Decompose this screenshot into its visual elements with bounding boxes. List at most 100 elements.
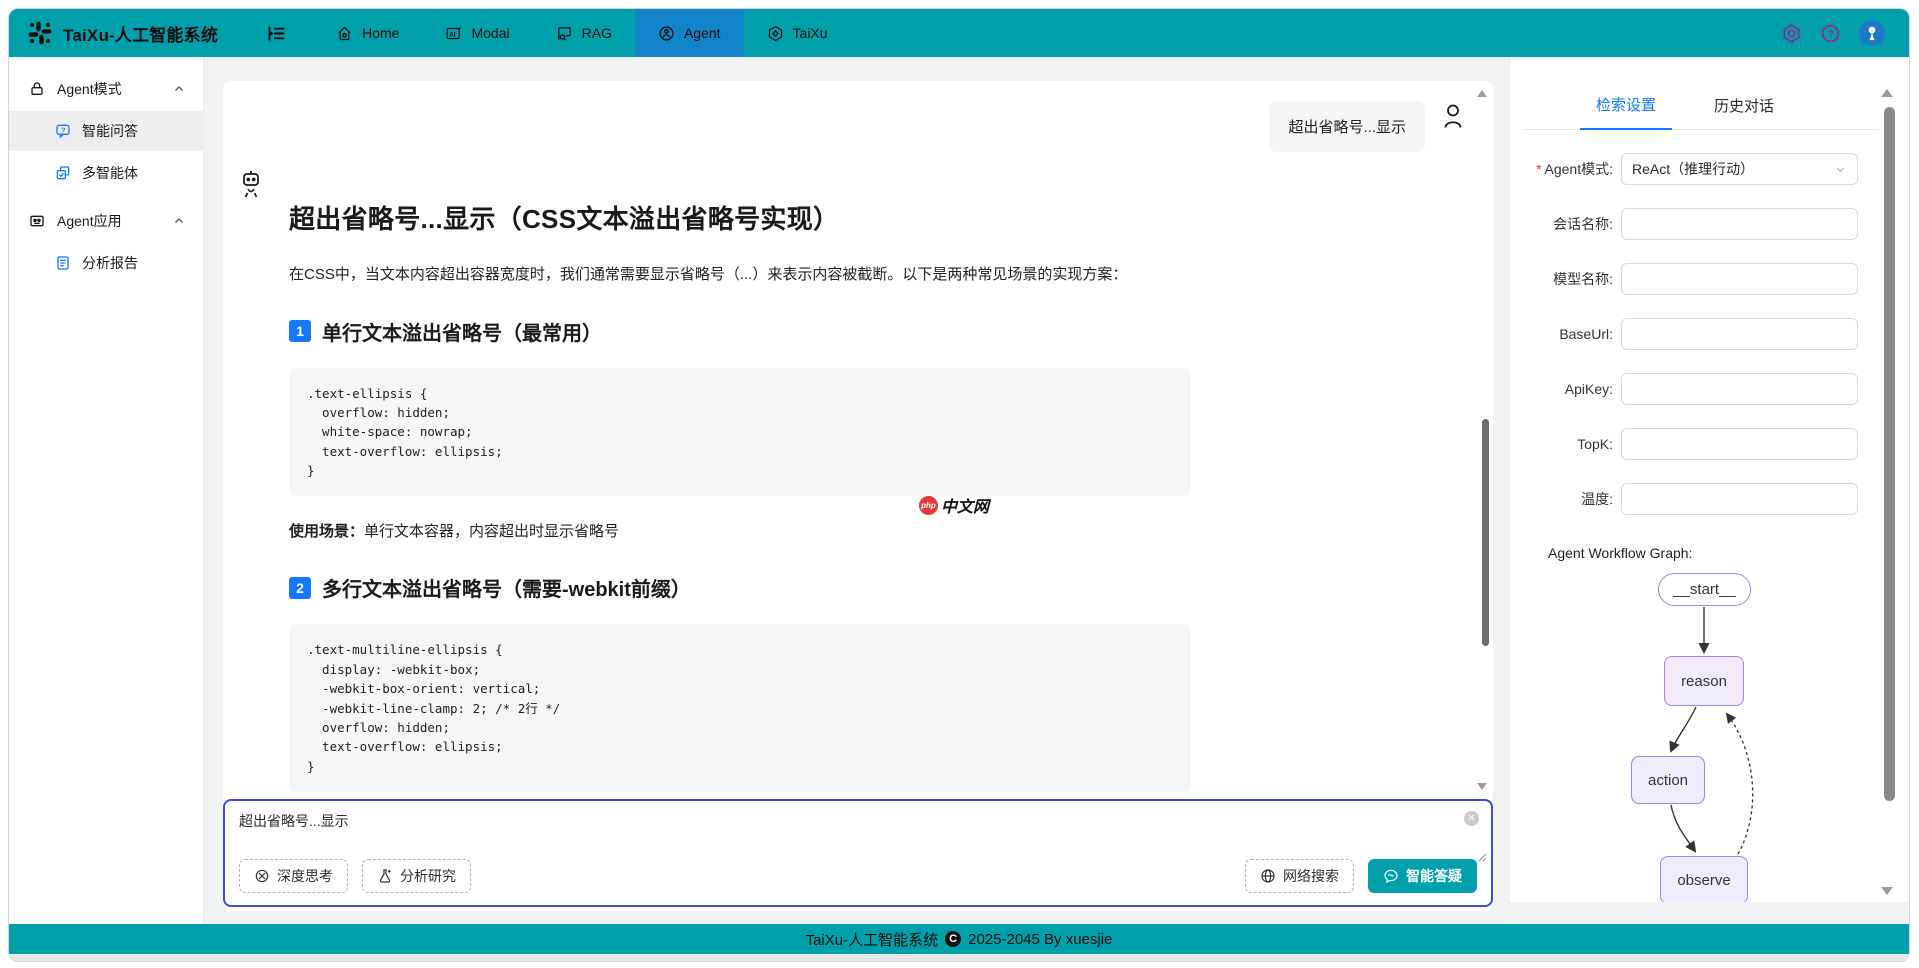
- chat-question-icon: ?: [55, 123, 71, 139]
- field-label: BaseUrl:: [1516, 326, 1621, 342]
- user-message-bubble: 超出省略号...显示: [1269, 101, 1425, 152]
- session-name-input[interactable]: [1621, 208, 1858, 240]
- settings-panel: 检索设置 历史对话 *Agent模式: ReAct（推理行动） 会话名称: 模型…: [1509, 57, 1909, 924]
- php-watermark: php 中文网: [919, 493, 989, 517]
- nav-item-home[interactable]: Home: [313, 9, 422, 57]
- form-row-temperature: 温度:: [1516, 483, 1858, 515]
- globe-icon: [1260, 868, 1276, 884]
- help-icon[interactable]: ?: [1820, 23, 1841, 44]
- assistant-robot-icon: [239, 169, 263, 204]
- section-1-heading: 1 单行文本溢出省略号（最常用）: [289, 317, 1191, 346]
- footer-bar: TaiXu-人工智能系统 C 2025-2045 By xuesjie: [9, 924, 1909, 954]
- smart-answer-send-button[interactable]: 智能答疑: [1368, 859, 1477, 893]
- analyze-research-button[interactable]: 分析研究: [362, 859, 471, 893]
- left-sidebar: Agent模式 ? 智能问答: [9, 57, 204, 924]
- form-row-agent-mode: *Agent模式: ReAct（推理行动）: [1516, 153, 1858, 185]
- web-search-button[interactable]: 网络搜索: [1245, 859, 1354, 893]
- sidebar-item-analysis-report[interactable]: 分析报告: [9, 243, 203, 283]
- group-label: Agent模式: [57, 79, 122, 99]
- form-row-apikey: ApiKey:: [1516, 373, 1858, 405]
- panel-scrollbar-thumb[interactable]: [1884, 107, 1895, 801]
- stacked-check-icon: [55, 165, 71, 181]
- php-watermark-text: 中文网: [941, 493, 989, 517]
- brand: TaiXu-人工智能系统: [9, 20, 218, 46]
- panel-scroll-up-arrow[interactable]: [1881, 89, 1893, 97]
- chat-scroll-up-arrow[interactable]: [1477, 90, 1487, 97]
- user-icon: [1441, 103, 1465, 129]
- deep-think-button[interactable]: 深度思考: [239, 859, 348, 893]
- nav-label: Home: [362, 25, 399, 41]
- sidebar-group-agent-app[interactable]: Agent应用: [9, 201, 203, 241]
- nav-item-rag[interactable]: RAG: [533, 9, 635, 57]
- app-logo-icon: [27, 20, 53, 46]
- agent-person-icon: [658, 25, 675, 42]
- chat-area: 超出省略号...显示: [204, 57, 1509, 924]
- nav-label: TaiXu: [793, 25, 828, 41]
- sidebar-group-agent-mode[interactable]: Agent模式: [9, 69, 203, 109]
- assistant-answer: 超出省略号...显示（CSS文本溢出省略号实现） 在CSS中，当文本内容超出容器…: [289, 199, 1191, 898]
- flag-doc-icon: [556, 25, 573, 42]
- code-block-single-line: .text-ellipsis { overflow: hidden; white…: [289, 368, 1191, 497]
- tab-history-dialog[interactable]: 历史对话: [1698, 95, 1790, 129]
- temperature-input[interactable]: [1621, 483, 1858, 515]
- sidebar-item-label: 智能问答: [82, 121, 138, 141]
- sidebar-item-multi-agent[interactable]: 多智能体: [9, 153, 203, 193]
- chat-bubble-icon: [1383, 868, 1399, 884]
- clear-input-icon[interactable]: ✕: [1464, 811, 1479, 826]
- code-block-multi-line: .text-multiline-ellipsis { display: -web…: [289, 624, 1191, 792]
- tab-retrieval-settings[interactable]: 检索设置: [1580, 94, 1672, 130]
- php-logo-icon: php: [919, 496, 938, 515]
- baseurl-input[interactable]: [1621, 318, 1858, 350]
- model-name-input[interactable]: [1621, 263, 1858, 295]
- nav-item-agent[interactable]: Agent: [635, 9, 744, 57]
- svg-text:?: ?: [1828, 28, 1834, 40]
- graph-node-start: __start__: [1658, 573, 1751, 606]
- required-asterisk: *: [1536, 161, 1541, 177]
- settings-icon[interactable]: [1781, 23, 1802, 44]
- section-title: 单行文本溢出省略号（最常用）: [322, 317, 602, 346]
- apikey-input[interactable]: [1621, 373, 1858, 405]
- group-label: Agent应用: [57, 211, 122, 231]
- resize-handle-icon[interactable]: [1477, 849, 1487, 867]
- sidebar-item-label: 多智能体: [82, 163, 138, 183]
- message-composer: 超出省略号...显示 ✕: [223, 799, 1493, 907]
- section-2-heading: 2 多行文本溢出省略号（需要-webkit前缀）: [289, 573, 1191, 602]
- footer-brand: TaiXu-人工智能系统: [806, 929, 939, 950]
- chevron-up-icon[interactable]: [173, 83, 185, 95]
- nav-item-modal[interactable]: AI Modal: [422, 9, 532, 57]
- composer-textarea[interactable]: 超出省略号...显示: [225, 801, 1491, 859]
- form-row-model-name: 模型名称:: [1516, 263, 1858, 295]
- image-ai-icon: AI: [445, 25, 462, 42]
- graph-node-reason: reason: [1664, 656, 1744, 706]
- chevron-up-icon[interactable]: [173, 215, 185, 227]
- section-2-number-badge: 2: [289, 577, 311, 599]
- chat-scroll-down-arrow[interactable]: [1477, 783, 1487, 790]
- agent-mode-select[interactable]: ReAct（推理行动）: [1621, 153, 1858, 185]
- user-avatar[interactable]: [1859, 20, 1885, 46]
- field-label: TopK:: [1516, 436, 1621, 452]
- composer-toolbar: 深度思考 分析研究: [225, 859, 1491, 905]
- form-row-topk: TopK:: [1516, 428, 1858, 460]
- field-label: ApiKey:: [1516, 381, 1621, 397]
- panel-scroll-down-arrow[interactable]: [1881, 887, 1893, 895]
- doc-title: 超出省略号...显示（CSS文本溢出省略号实现）: [289, 199, 1191, 236]
- section-1-number-badge: 1: [289, 320, 311, 342]
- chat-scrollbar-thumb[interactable]: [1482, 419, 1489, 646]
- graph-node-action: action: [1631, 756, 1705, 804]
- graph-node-observe: observe: [1660, 856, 1748, 904]
- form-row-session-name: 会话名称:: [1516, 208, 1858, 240]
- usage-note-1: 使用场景：单行文本容器，内容超出时显示省略号: [289, 520, 1191, 541]
- flask-icon: [377, 868, 393, 884]
- field-label: 会话名称:: [1516, 214, 1621, 234]
- nav-item-taixu[interactable]: TaiXu: [744, 9, 851, 57]
- sidebar-toggle-icon[interactable]: [266, 23, 287, 44]
- nav-label: Agent: [684, 25, 721, 41]
- sidebar-item-label: 分析报告: [82, 253, 138, 273]
- top-navbar: TaiXu-人工智能系统 Home: [9, 9, 1909, 57]
- topk-input[interactable]: [1621, 428, 1858, 460]
- chat-scroll-region: 超出省略号...显示: [223, 81, 1493, 911]
- button-label: 深度思考: [277, 866, 333, 886]
- select-value: ReAct（推理行动）: [1632, 159, 1754, 179]
- svg-text:AI: AI: [450, 31, 457, 38]
- sidebar-item-smart-qa[interactable]: ? 智能问答: [9, 111, 203, 151]
